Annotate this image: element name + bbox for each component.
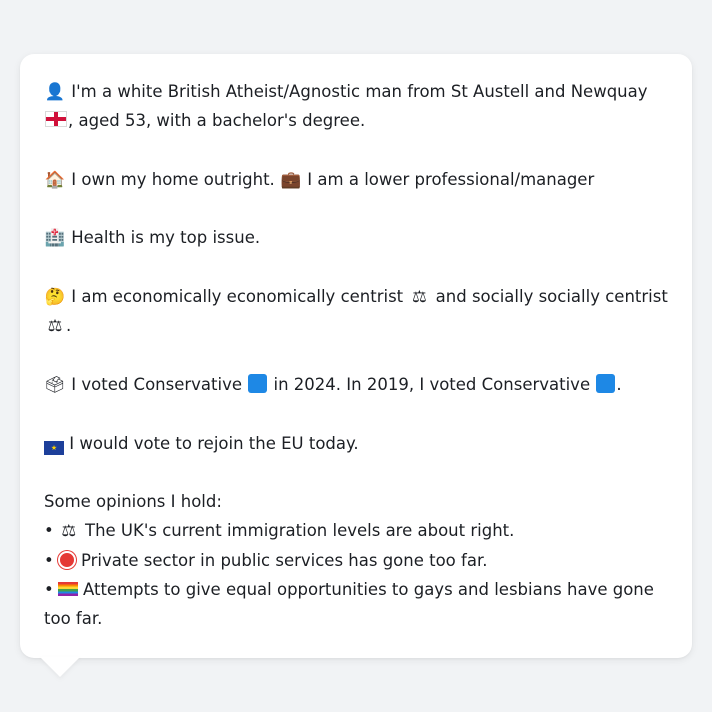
vote-paragraph: 🗳 I voted Conservative in 2024. In 2019,… bbox=[44, 370, 668, 399]
vote-period: . bbox=[616, 374, 622, 394]
ballot-box-icon: 🗳 bbox=[44, 374, 66, 394]
hospital-icon: 🏥 bbox=[44, 228, 66, 248]
bullet: • bbox=[44, 580, 54, 600]
stance-paragraph: 🤔 I am economically economically centris… bbox=[44, 282, 668, 341]
england-flag-icon bbox=[45, 111, 67, 128]
briefcase-icon: 💼 bbox=[280, 169, 302, 189]
opinion-item: • Private sector in public services has … bbox=[44, 546, 668, 575]
scales-icon: ⚖ bbox=[47, 316, 63, 336]
opinion-item: • ⚖ The UK's current immigration levels a… bbox=[44, 516, 668, 545]
stop-sign-icon bbox=[57, 550, 76, 569]
bullet: • bbox=[44, 521, 54, 541]
opinion-text: Private sector in public services has go… bbox=[80, 550, 488, 570]
issue-paragraph: 🏥 Health is my top issue. bbox=[44, 223, 668, 252]
identity-text: I'm a white British Atheist/Agnostic man… bbox=[71, 82, 648, 101]
opinion-text: Attempts to give equal opportunities to … bbox=[44, 580, 654, 629]
bullet: • bbox=[44, 550, 54, 570]
scales-icon: ⚖ bbox=[412, 287, 427, 307]
opinion-text: The UK's current immigration levels are … bbox=[84, 521, 515, 541]
identity-text-continued: , aged 53, with a bachelor's degree. bbox=[68, 111, 366, 131]
economic-stance-text: I am economically economically centrist bbox=[71, 287, 404, 307]
house-icon: 🏠 bbox=[44, 169, 66, 189]
home-text: I own my home outright. bbox=[71, 169, 275, 189]
thinking-face-icon: 🤔 bbox=[44, 287, 66, 307]
vote-2024-text: I voted Conservative bbox=[71, 374, 243, 394]
rainbow-flag-icon bbox=[57, 582, 78, 597]
speech-bubble-tail bbox=[40, 657, 80, 677]
vote-2019-text: in 2024. In 2019, I voted Conservative bbox=[273, 374, 591, 394]
eu-paragraph: ★ I would vote to rejoin the EU today. bbox=[44, 429, 668, 458]
opinions-heading: Some opinions I hold: bbox=[44, 492, 222, 512]
blue-square-icon bbox=[248, 373, 268, 393]
person-icon: 👤 bbox=[44, 82, 66, 101]
social-stance-text: and socially socially centrist bbox=[435, 287, 668, 307]
identity-paragraph: 👤 I'm a white British Atheist/Agnostic m… bbox=[44, 77, 668, 136]
blue-square-icon bbox=[596, 373, 616, 393]
eu-flag-icon: ★ bbox=[44, 440, 64, 455]
stance-period: . bbox=[66, 316, 72, 336]
home-job-paragraph: 🏠 I own my home outright. 💼 I am a lower… bbox=[44, 165, 668, 194]
job-text: I am a lower professional/manager bbox=[307, 169, 595, 189]
issue-text: Health is my top issue. bbox=[71, 228, 261, 248]
scales-icon: ⚖ bbox=[61, 521, 77, 541]
opinions-section: Some opinions I hold: • ⚖ The UK's curren… bbox=[44, 487, 668, 633]
profile-card: 👤 I'm a white British Atheist/Agnostic m… bbox=[20, 54, 692, 658]
opinion-item: • Attempts to give equal opportunities t… bbox=[44, 575, 668, 634]
eu-text: I would vote to rejoin the EU today. bbox=[69, 433, 359, 453]
